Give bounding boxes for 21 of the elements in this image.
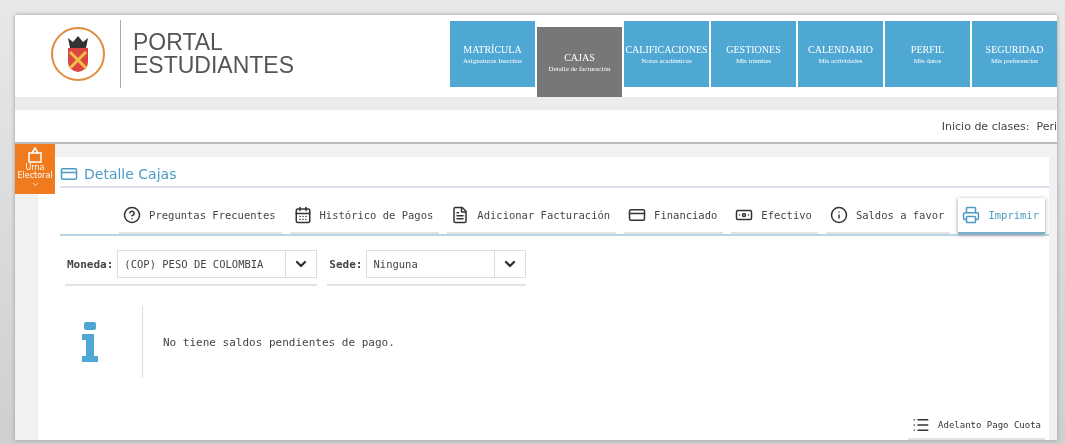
- chevron-icon: [30, 180, 40, 189]
- portal-title: PORTAL: [133, 31, 224, 54]
- classes-start-text: Inicio de clases: Peri: [941, 119, 1057, 133]
- select-field[interactable]: (COP) PESO DE COLOMBIA: [117, 250, 318, 278]
- info-icon: [80, 322, 100, 362]
- calendar-icon: [293, 206, 312, 224]
- info-icon: [829, 206, 848, 224]
- ballot-box-icon: [28, 147, 42, 163]
- portal-title: ESTUDIANTES: [133, 54, 295, 77]
- help-icon: [123, 206, 142, 224]
- empty-message: No tiene saldos pendientes de pago.: [163, 335, 395, 349]
- list-icon: [912, 416, 931, 434]
- filter-label: Moneda:: [67, 257, 114, 271]
- crest-logo: [50, 26, 106, 82]
- select-field[interactable]: Ninguna: [366, 250, 527, 278]
- page-title: Detalle Cajas: [84, 166, 177, 182]
- document-icon: [451, 206, 470, 224]
- card-icon: [60, 165, 78, 183]
- filter-label: Sede:: [329, 257, 363, 271]
- printer-icon: [962, 206, 981, 224]
- card-icon: [628, 206, 647, 224]
